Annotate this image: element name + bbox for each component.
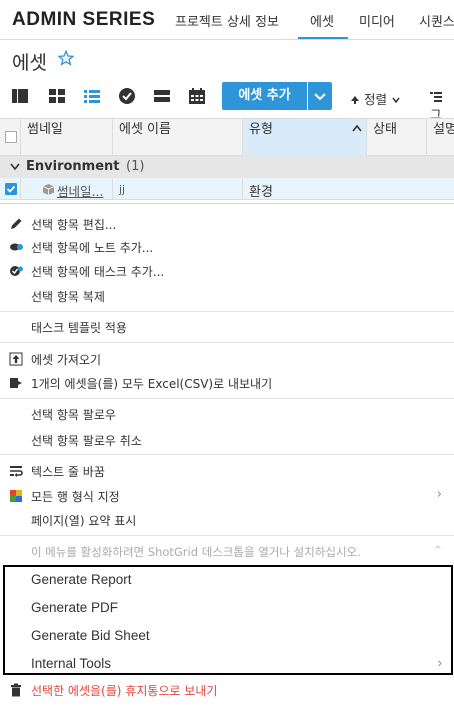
sort-button[interactable]: 정렬 [350, 89, 401, 108]
menu-import-assets[interactable]: 에셋 가져오기 [0, 347, 454, 371]
column-type[interactable]: 유형 [242, 119, 366, 156]
wrap-text-icon [10, 466, 23, 477]
list-icon[interactable] [83, 87, 101, 105]
group-count: (1) [126, 159, 145, 174]
sort-ascending-icon [352, 124, 362, 132]
star-outline-icon[interactable] [58, 50, 74, 66]
menu-label: 이 메뉴를 활성화하려면 ShotGrid 데스크톱을 열거나 설치하십시오. [31, 545, 361, 559]
menu-label: 1개의 에셋을(를) 모두 Excel(CSV)로 내보내기 [31, 377, 273, 391]
top-nav: ADMIN SERIES 프로젝트 상세 정보 에셋 미디어 시퀀스 [0, 0, 454, 40]
chevron-down-icon [314, 93, 326, 101]
menu-label: 선택 항목에 태스크 추가... [31, 265, 165, 279]
menu-move-to-trash[interactable]: 선택한 에셋을(를) 휴지통으로 보내기 [0, 678, 454, 702]
asset-type-cell[interactable]: 환경 [249, 181, 273, 200]
select-all-checkbox[interactable] [5, 131, 17, 143]
menu-wrap-text[interactable]: 텍스트 줄 바꿈 [0, 459, 454, 483]
tab-sequences[interactable]: 시퀀스 [419, 11, 454, 30]
column-thumbnail[interactable]: 썸네일 [20, 119, 112, 156]
menu-page-summary[interactable]: 페이지(열) 요약 표시 [0, 508, 454, 532]
menu-label: 선택 항목 편집... [31, 218, 117, 232]
menu-label: 선택한 에셋을(를) 휴지통으로 보내기 [31, 684, 218, 698]
calendar-icon[interactable] [188, 87, 206, 105]
page-title: 에셋 [12, 52, 47, 74]
asset-name-cell[interactable]: jj [119, 183, 125, 196]
active-tab-indicator [298, 37, 348, 39]
add-asset-dropdown[interactable] [308, 82, 332, 110]
column-asset-name[interactable]: 에셋 이름 [112, 119, 242, 156]
menu-add-task[interactable]: 선택 항목에 태스크 추가... [0, 259, 454, 283]
menu-format-rows[interactable]: 모든 행 형식 지정 › [0, 484, 454, 508]
menu-label: 페이지(열) 요약 표시 [31, 514, 137, 528]
asset-cube-icon [42, 184, 55, 195]
menu-label: 텍스트 줄 바꿈 [31, 465, 105, 479]
tab-project-details[interactable]: 프로젝트 상세 정보 [175, 11, 279, 30]
menu-duplicate[interactable]: 선택 항목 복제 [0, 284, 454, 308]
menu-edit-selected[interactable]: 선택 항목 편집... [0, 212, 454, 236]
thumbnail-link[interactable]: 썸네일... [57, 181, 103, 200]
chevron-down-icon [10, 163, 20, 171]
menu-label: 선택 항목 복제 [31, 290, 105, 304]
tab-assets[interactable]: 에셋 [310, 11, 334, 30]
menu-shotgrid-desktop-notice: 이 메뉴를 활성화하려면 ShotGrid 데스크톱을 열거나 설치하십시오. … [0, 540, 454, 564]
sort-icon [351, 96, 359, 104]
menu-add-note[interactable]: 선택 항목에 노트 추가... [0, 235, 454, 259]
table-row[interactable]: 썸네일... jj 환경 [0, 178, 454, 200]
trash-icon [11, 683, 21, 697]
menu-export-csv[interactable]: 1개의 에셋을(를) 모두 Excel(CSV)로 내보내기 [0, 371, 454, 395]
sort-label: 정렬 [363, 92, 387, 107]
add-asset-button[interactable]: 에셋 추가 [222, 82, 307, 110]
caret-up-icon: ^ [433, 545, 442, 556]
color-grid-icon [10, 490, 22, 502]
column-type-label: 유형 [249, 122, 273, 137]
chevron-down-icon [392, 97, 400, 104]
table-header: 썸네일 에셋 이름 유형 상태 설명 [0, 118, 454, 156]
check-icon [6, 185, 16, 193]
row-checkbox[interactable] [5, 183, 17, 195]
submenu-arrow-icon: › [436, 487, 442, 502]
highlight-box [3, 565, 453, 675]
project-brand[interactable]: ADMIN SERIES [12, 9, 155, 31]
toolbar: 에셋 추가 정렬 그 [0, 80, 454, 122]
group-header[interactable]: Environment (1) [0, 156, 454, 178]
menu-label: 선택 항목에 노트 추가... [31, 241, 154, 255]
menu-label: 태스크 템플릿 적용 [31, 321, 127, 335]
group-label: Environment [26, 159, 120, 174]
column-description[interactable]: 설명 [426, 119, 454, 156]
add-note-icon [10, 243, 23, 251]
menu-label: 선택 항목 팔로우 [31, 408, 116, 422]
rows-icon[interactable] [153, 87, 171, 105]
pencil-icon [11, 218, 22, 229]
check-circle-icon[interactable] [118, 87, 136, 105]
menu-unfollow[interactable]: 선택 항목 팔로우 취소 [0, 428, 454, 452]
add-task-icon [10, 266, 23, 276]
import-icon [9, 352, 23, 366]
column-status[interactable]: 상태 [366, 119, 426, 156]
grid-icon[interactable] [48, 87, 66, 105]
columns-icon[interactable] [11, 87, 29, 105]
export-icon [10, 378, 22, 388]
group-icon [430, 92, 442, 102]
tab-media[interactable]: 미디어 [359, 11, 395, 30]
menu-label: 선택 항목 팔로우 취소 [31, 434, 142, 448]
menu-follow[interactable]: 선택 항목 팔로우 [0, 402, 454, 426]
menu-label: 에셋 가져오기 [31, 353, 102, 367]
menu-label: 모든 행 형식 지정 [31, 490, 120, 504]
menu-apply-task-template[interactable]: 태스크 템플릿 적용 [0, 315, 454, 339]
